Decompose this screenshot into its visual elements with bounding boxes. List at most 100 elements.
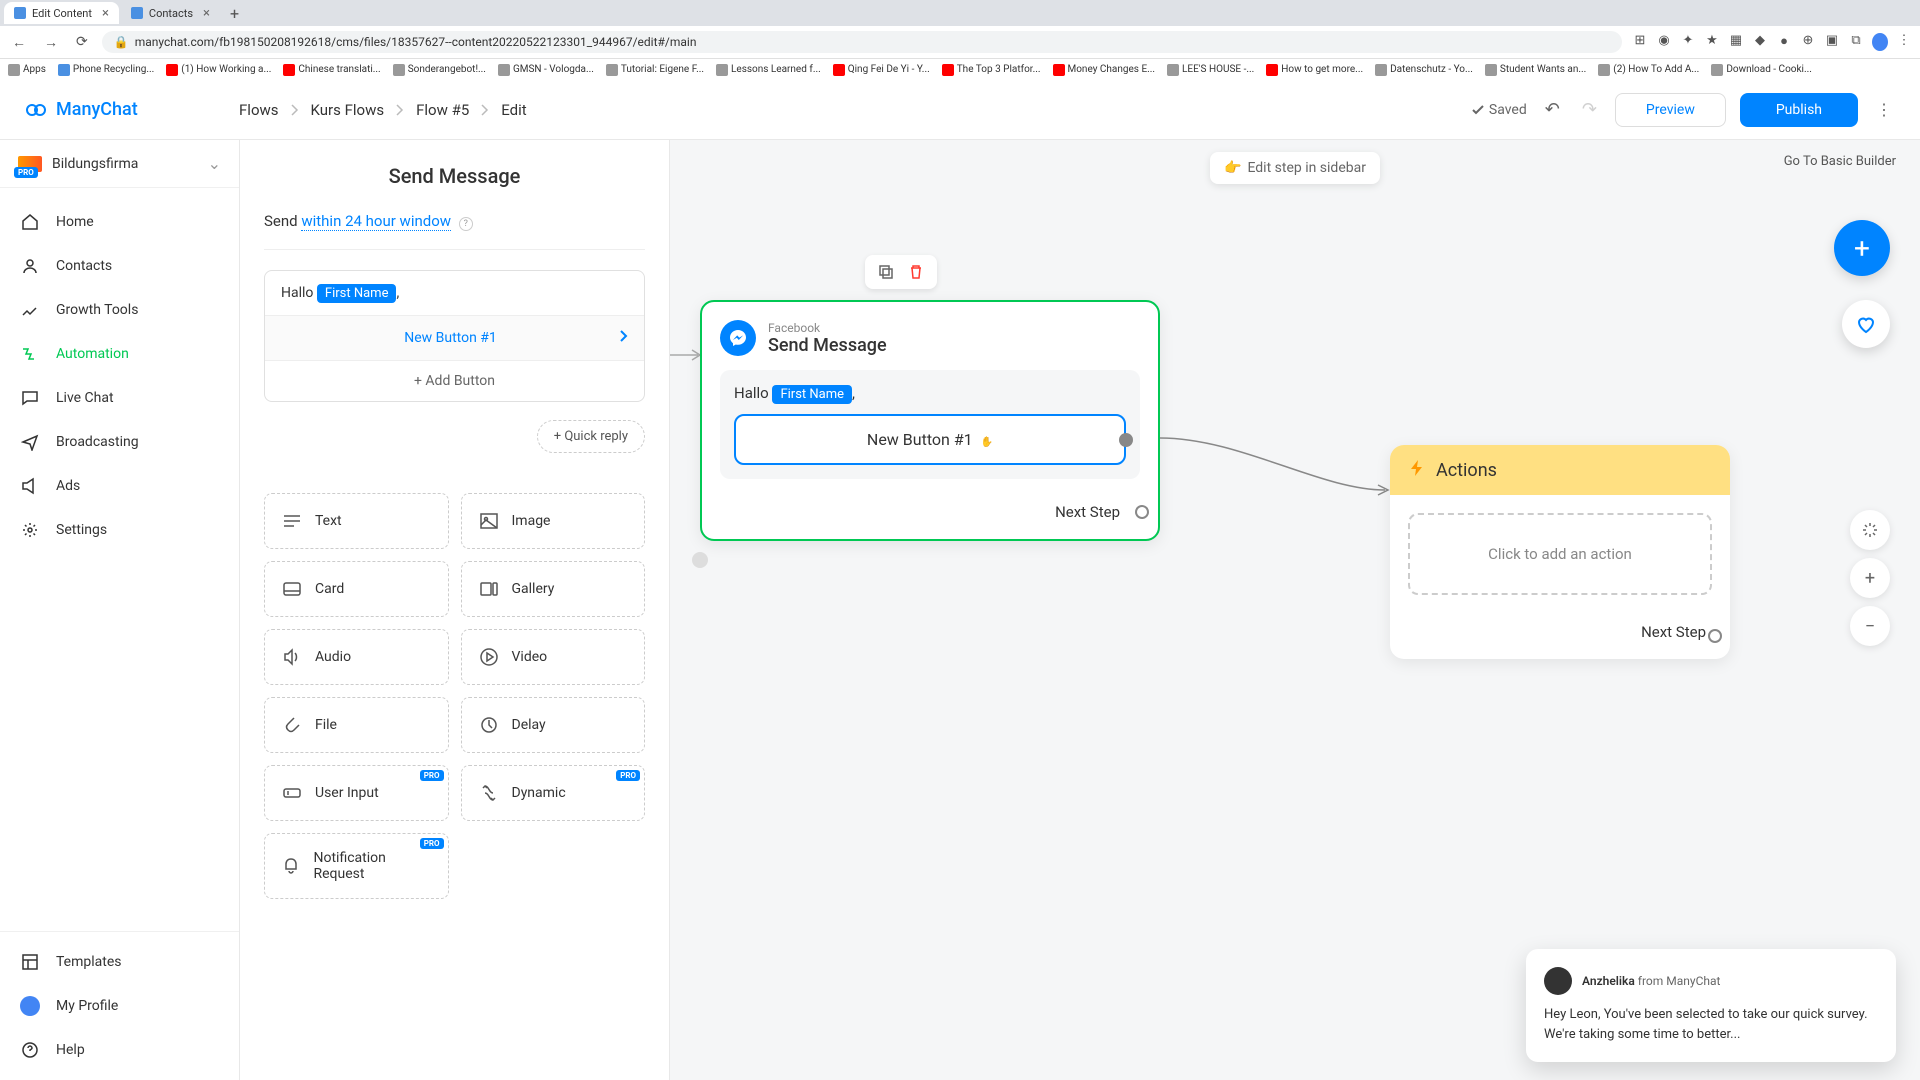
ext-icon[interactable]: ▦ bbox=[1728, 33, 1744, 51]
output-connector[interactable] bbox=[1708, 629, 1722, 643]
duplicate-button[interactable] bbox=[875, 261, 897, 283]
bookmark-icon bbox=[606, 64, 618, 76]
ext-icon[interactable]: ⊕ bbox=[1800, 33, 1816, 51]
ext-icon[interactable]: ▣ bbox=[1824, 33, 1840, 51]
profile-avatar[interactable] bbox=[1872, 33, 1888, 51]
message-button-row[interactable]: New Button #1 bbox=[265, 315, 644, 360]
ext-icon[interactable]: ● bbox=[1776, 33, 1792, 51]
nav-broadcasting[interactable]: Broadcasting bbox=[0, 420, 239, 464]
preview-button[interactable]: Preview bbox=[1615, 93, 1726, 127]
nav-settings[interactable]: Settings bbox=[0, 508, 239, 552]
forward-button[interactable]: → bbox=[40, 34, 62, 51]
tile-card[interactable]: Card bbox=[264, 561, 449, 617]
ext-icon[interactable]: ◆ bbox=[1752, 33, 1768, 51]
bookmark[interactable]: LEE'S HOUSE -... bbox=[1167, 64, 1254, 76]
nav-growth-tools[interactable]: Growth Tools bbox=[0, 288, 239, 332]
tile-text[interactable]: Text bbox=[264, 493, 449, 549]
bookmark[interactable]: Student Wants an... bbox=[1485, 64, 1586, 76]
node-actions[interactable]: Actions Click to add an action Next Step bbox=[1390, 445, 1730, 659]
tile-notification[interactable]: PRO Notification Request bbox=[264, 833, 449, 899]
input-connector[interactable] bbox=[692, 552, 708, 568]
ext-icon[interactable]: ⊞ bbox=[1632, 33, 1648, 51]
nav-profile[interactable]: My Profile bbox=[0, 984, 239, 1028]
bookmark[interactable]: Phone Recycling... bbox=[58, 64, 154, 76]
url-input[interactable]: 🔒 manychat.com/fb198150208192618/cms/fil… bbox=[102, 31, 1622, 53]
bookmark[interactable]: Datenschutz - Yo... bbox=[1375, 64, 1473, 76]
nav-ads[interactable]: Ads bbox=[0, 464, 239, 508]
workspace-selector[interactable]: PRO Bildungsfirma ⌄ bbox=[0, 140, 239, 188]
browser-tab-active[interactable]: Edit Content × bbox=[4, 2, 119, 24]
zoom-in-button[interactable]: + bbox=[1850, 558, 1890, 598]
back-button[interactable]: ← bbox=[8, 34, 30, 51]
tab-add-button[interactable]: + bbox=[222, 4, 247, 23]
output-connector[interactable] bbox=[1119, 433, 1133, 447]
redo-button[interactable]: ↷ bbox=[1578, 95, 1601, 124]
message-text-input[interactable]: Hallo First Name, bbox=[265, 271, 644, 315]
add-node-fab[interactable]: + bbox=[1834, 220, 1890, 276]
variable-pill[interactable]: First Name bbox=[317, 284, 397, 303]
help-tooltip-icon[interactable]: ? bbox=[459, 217, 473, 231]
reload-button[interactable]: ⟳ bbox=[72, 34, 92, 50]
tile-user-input[interactable]: PRO User Input bbox=[264, 765, 449, 821]
delete-button[interactable] bbox=[905, 261, 927, 283]
chat-notification[interactable]: Anzhelika from ManyChat Hey Leon, You've… bbox=[1526, 949, 1896, 1062]
tab-close-icon[interactable]: × bbox=[203, 6, 210, 21]
basic-builder-link[interactable]: Go To Basic Builder bbox=[1784, 154, 1896, 169]
tile-gallery[interactable]: Gallery bbox=[461, 561, 646, 617]
browser-tab[interactable]: Contacts × bbox=[121, 2, 220, 24]
publish-button[interactable]: Publish bbox=[1740, 93, 1858, 127]
auto-layout-button[interactable] bbox=[1850, 510, 1890, 550]
bookmark[interactable]: Qing Fei De Yi - Y... bbox=[833, 64, 930, 76]
send-window-link[interactable]: within 24 hour window bbox=[301, 212, 451, 231]
tab-close-icon[interactable]: × bbox=[102, 6, 109, 21]
tile-delay[interactable]: Delay bbox=[461, 697, 646, 753]
panel-title: Send Message bbox=[264, 164, 645, 188]
tile-audio[interactable]: Audio bbox=[264, 629, 449, 685]
bookmark[interactable]: Chinese translati... bbox=[283, 64, 380, 76]
breadcrumb-item[interactable]: Kurs Flows bbox=[311, 101, 385, 119]
nav-home[interactable]: Home bbox=[0, 200, 239, 244]
tile-video[interactable]: Video bbox=[461, 629, 646, 685]
bookmark[interactable]: Download - Cooki... bbox=[1711, 64, 1812, 76]
bookmark[interactable]: (1) How Working a... bbox=[166, 64, 271, 76]
bookmark[interactable]: How to get more... bbox=[1266, 64, 1363, 76]
add-action-button[interactable]: Click to add an action bbox=[1408, 513, 1712, 595]
flow-canvas[interactable]: 👉 Edit step in sidebar Go To Basic Build… bbox=[670, 140, 1920, 1080]
ext-icon[interactable]: ★ bbox=[1704, 33, 1720, 51]
message-block[interactable]: Hallo First Name, New Button #1 + Add Bu… bbox=[264, 270, 645, 402]
bookmark[interactable]: Tutorial: Eigene F... bbox=[606, 64, 704, 76]
nav-help[interactable]: Help bbox=[0, 1028, 239, 1072]
breadcrumb-item[interactable]: Flow #5 bbox=[416, 101, 469, 119]
edit-in-sidebar-button[interactable]: 👉 Edit step in sidebar bbox=[1210, 152, 1380, 184]
nav-automation[interactable]: Automation bbox=[0, 332, 239, 376]
bookmark[interactable]: The Top 3 Platfor... bbox=[942, 64, 1041, 76]
more-menu-button[interactable]: ⋮ bbox=[1872, 100, 1896, 119]
tile-image[interactable]: Image bbox=[461, 493, 646, 549]
bookmark[interactable]: Apps bbox=[8, 64, 46, 76]
zoom-out-button[interactable]: − bbox=[1850, 606, 1890, 646]
ext-icon[interactable]: ◉ bbox=[1656, 33, 1672, 51]
output-connector[interactable] bbox=[1135, 505, 1149, 519]
bookmark[interactable]: (2) How To Add A... bbox=[1598, 64, 1699, 76]
ext-icon[interactable]: ✦ bbox=[1680, 33, 1696, 51]
add-quick-reply-button[interactable]: + Quick reply bbox=[537, 420, 645, 453]
node-button-preview[interactable]: New Button #1 ✋ bbox=[734, 414, 1126, 465]
add-button-row[interactable]: + Add Button bbox=[265, 360, 644, 401]
favorite-fab[interactable] bbox=[1842, 300, 1890, 348]
tile-dynamic[interactable]: PRO Dynamic bbox=[461, 765, 646, 821]
ext-icon[interactable]: ⧉ bbox=[1848, 33, 1864, 51]
node-send-message[interactable]: Facebook Send Message Hallo First Name, … bbox=[700, 300, 1160, 541]
bookmark[interactable]: GMSN - Vologda... bbox=[498, 64, 594, 76]
menu-icon[interactable]: ⋮ bbox=[1896, 33, 1912, 51]
breadcrumb-item[interactable]: Flows bbox=[239, 101, 279, 119]
logo[interactable]: ManyChat bbox=[24, 98, 239, 122]
undo-button[interactable]: ↶ bbox=[1541, 95, 1564, 124]
nav-templates[interactable]: Templates bbox=[0, 940, 239, 984]
nav-contacts[interactable]: Contacts bbox=[0, 244, 239, 288]
bookmark[interactable]: Money Changes E... bbox=[1053, 64, 1156, 76]
chat-icon bbox=[20, 388, 40, 408]
tile-file[interactable]: File bbox=[264, 697, 449, 753]
bookmark[interactable]: Lessons Learned f... bbox=[716, 64, 821, 76]
nav-live-chat[interactable]: Live Chat bbox=[0, 376, 239, 420]
bookmark[interactable]: Sonderangebot!... bbox=[393, 64, 486, 76]
